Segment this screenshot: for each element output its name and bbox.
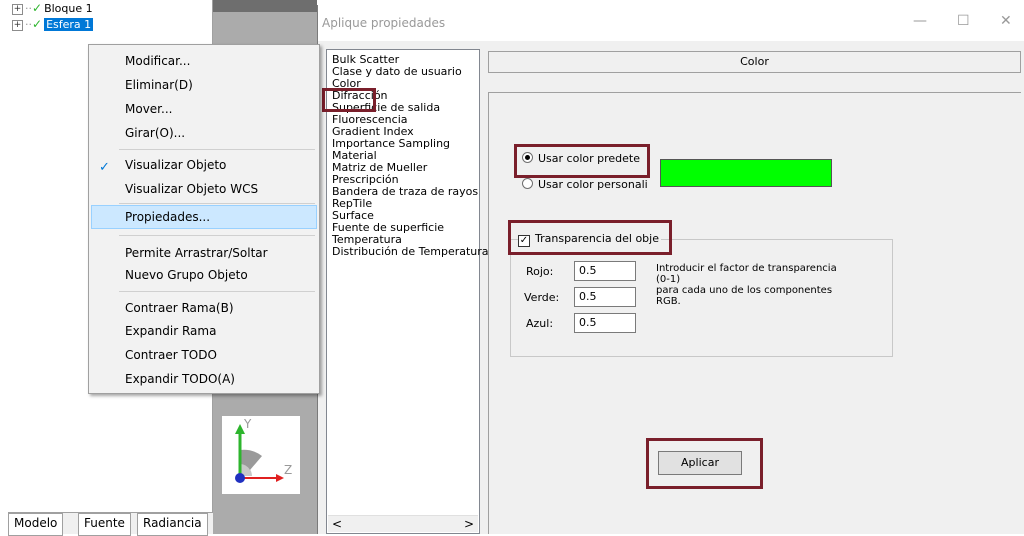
radio-custom-color[interactable]: Usar color personali xyxy=(522,178,648,192)
expand-icon[interactable]: + xyxy=(12,19,23,31)
menu-item-modificar[interactable]: Modificar... xyxy=(125,53,190,69)
green-input[interactable]: 0.5 xyxy=(574,287,636,307)
axes-icon: Y Z xyxy=(235,417,292,483)
maximize-button[interactable]: ☐ xyxy=(957,13,970,29)
axes-widget: Y Z xyxy=(222,416,300,494)
menu-item-visualizar-wcs[interactable]: Visualizar Objeto WCS xyxy=(125,181,258,197)
close-button[interactable]: ✕ xyxy=(1000,13,1012,29)
tab-fuente[interactable]: Fuente xyxy=(78,513,131,536)
menu-item-expandir-rama[interactable]: Expandir Rama xyxy=(125,323,216,339)
expand-icon[interactable]: + xyxy=(12,3,23,15)
note-line: (0-1) xyxy=(656,274,681,285)
minimize-button[interactable]: — xyxy=(913,13,927,29)
menu-separator xyxy=(119,235,315,236)
note-line: para cada uno de los componentes xyxy=(656,285,833,296)
list-item[interactable]: Distribución de Temperatura xyxy=(332,246,489,258)
dialog-title: Aplique propiedades xyxy=(322,16,446,30)
apply-properties-dialog: Aplique propiedades — ☐ ✕ Bulk Scatter C… xyxy=(317,5,1024,534)
radio-unselected-icon[interactable] xyxy=(522,178,533,189)
menu-item-arrastrar-soltar[interactable]: Permite Arrastrar/Soltar xyxy=(125,245,268,261)
note-line: RGB. xyxy=(656,296,681,307)
red-label: Rojo: xyxy=(526,265,554,278)
tab-modelo[interactable]: Modelo xyxy=(8,513,64,536)
menu-item-eliminar[interactable]: Eliminar(D) xyxy=(125,77,193,93)
menu-item-contraer-rama[interactable]: Contraer Rama(B) xyxy=(125,300,234,316)
radio-label: Usar color personali xyxy=(538,178,648,191)
highlight-box-apply xyxy=(646,438,763,489)
context-menu: ✓ Modificar... Eliminar(D) Mover... Gira… xyxy=(88,44,320,394)
menu-item-mover[interactable]: Mover... xyxy=(125,101,172,117)
highlight-box-color-item xyxy=(322,88,376,112)
red-input[interactable]: 0.5 xyxy=(574,261,636,281)
axis-z-label: Z xyxy=(284,463,292,477)
highlight-box-transparency xyxy=(508,220,672,255)
menu-item-expandir-todo[interactable]: Expandir TODO(A) xyxy=(125,371,235,387)
check-icon: ✓ xyxy=(32,1,43,15)
menu-item-visualizar-objeto[interactable]: Visualizar Objeto xyxy=(125,157,226,173)
panel-header: Color xyxy=(488,51,1021,73)
blue-input[interactable]: 0.5 xyxy=(574,313,636,333)
dialog-titlebar: Aplique propiedades — ☐ ✕ xyxy=(318,5,1024,41)
tree-item-esfera[interactable]: + ··✓ Esfera 1 xyxy=(12,16,94,32)
tree-item-label: Bloque 1 xyxy=(44,2,93,15)
green-label: Verde: xyxy=(524,291,560,304)
note-line: Introducir el factor de transparencia xyxy=(656,263,837,274)
transparency-note: Introducir el factor de transparencia (0… xyxy=(656,263,866,307)
scroll-right-icon[interactable]: > xyxy=(464,517,474,531)
property-list[interactable]: Bulk Scatter Clase y dato de usuario Col… xyxy=(326,49,489,534)
menu-item-girar[interactable]: Girar(O)... xyxy=(125,125,185,141)
menu-separator xyxy=(119,203,315,204)
menu-item-contraer-todo[interactable]: Contraer TODO xyxy=(125,347,217,363)
menu-item-nuevo-grupo[interactable]: Nuevo Grupo Objeto xyxy=(125,267,248,283)
horizontal-scrollbar[interactable]: < > xyxy=(328,515,478,532)
viewport-top-strip xyxy=(213,0,317,12)
menu-separator xyxy=(119,149,315,150)
tree-item-label: Esfera 1 xyxy=(44,18,94,31)
blue-label: Azul: xyxy=(526,317,554,330)
tree-item-bloque[interactable]: + ··✓ Bloque 1 xyxy=(12,0,93,16)
menu-separator xyxy=(119,291,315,292)
tab-radiancia[interactable]: Radiancia xyxy=(137,513,208,536)
check-icon: ✓ xyxy=(32,17,43,31)
highlight-box-default-color xyxy=(514,144,650,178)
color-swatch[interactable] xyxy=(660,159,832,187)
menu-item-propiedades[interactable]: Propiedades... xyxy=(125,209,210,225)
axis-y-label: Y xyxy=(243,417,252,431)
scroll-left-icon[interactable]: < xyxy=(332,517,342,531)
checkmark-icon: ✓ xyxy=(99,160,110,175)
